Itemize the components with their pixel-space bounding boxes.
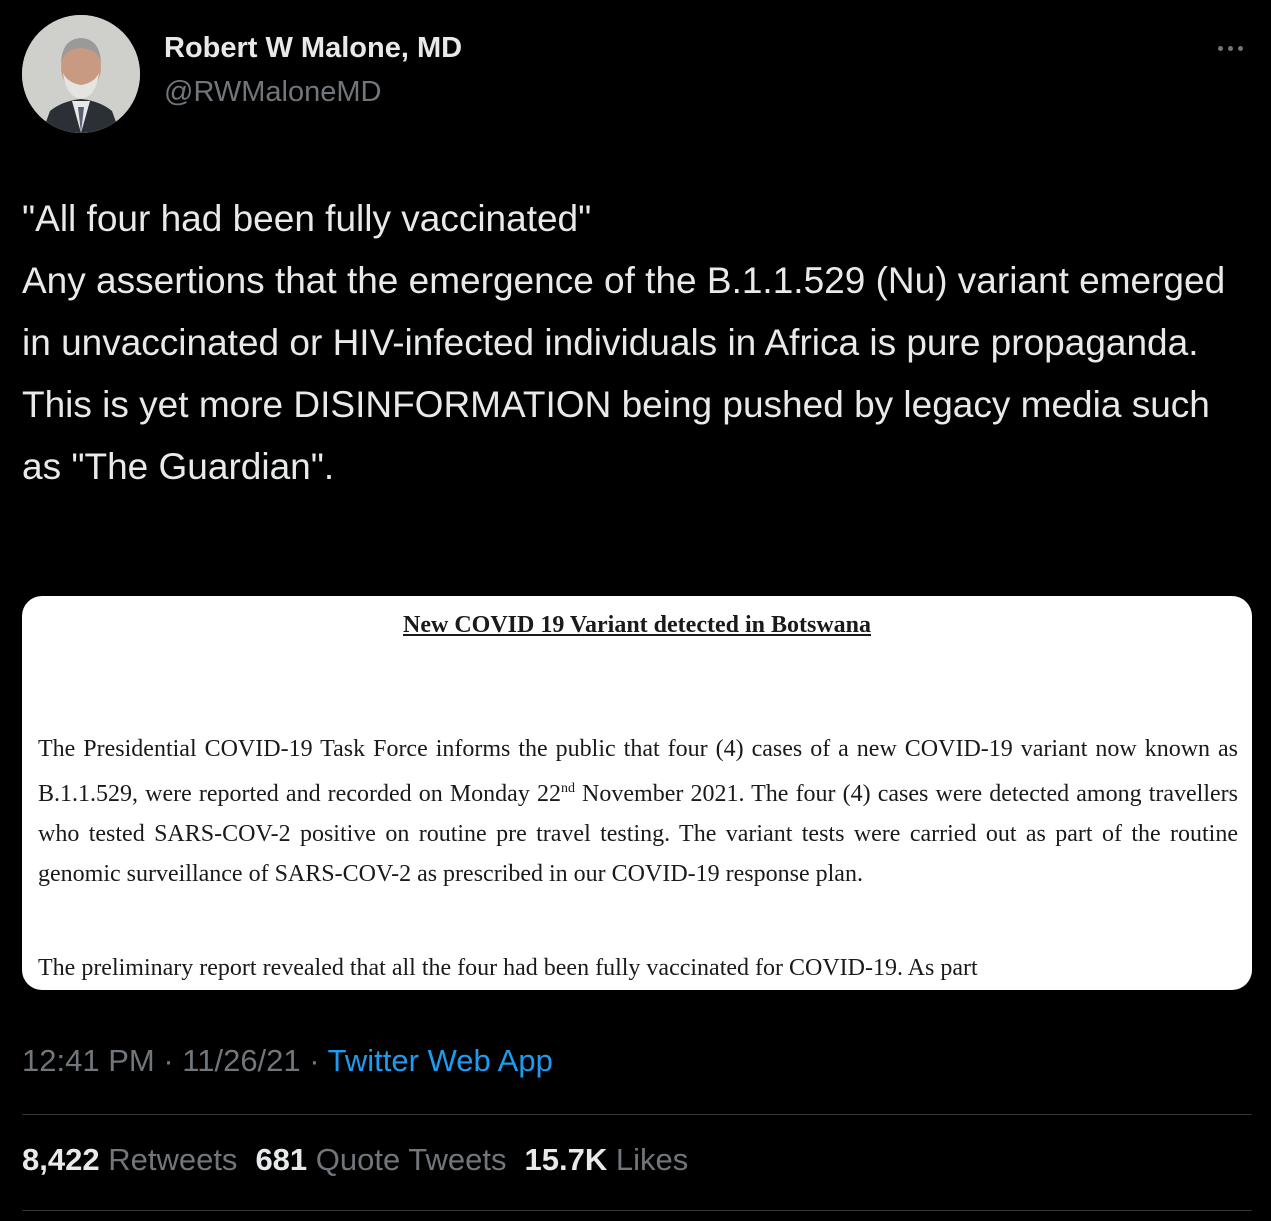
more-dot — [1217, 45, 1223, 51]
engagement-stats: 8,422 Retweets 681 Quote Tweets 15.7K Li… — [22, 1142, 688, 1178]
divider — [22, 1210, 1252, 1211]
date-ordinal-suffix: nd — [560, 781, 575, 796]
meta-separator: · — [309, 1043, 320, 1078]
retweets-count: 8,422 — [22, 1142, 100, 1177]
tweet-metadata: 12:41 PM · 11/26/21 · Twitter Web App — [22, 1043, 553, 1079]
document-paragraph: The Presidential COVID-19 Task Force inf… — [38, 729, 1238, 894]
quote-tweets-stat[interactable]: 681 Quote Tweets — [255, 1142, 506, 1178]
quote-tweets-label: Quote Tweets — [315, 1142, 507, 1177]
retweets-stat[interactable]: 8,422 Retweets — [22, 1142, 237, 1178]
author-name[interactable]: Robert W Malone, MD — [164, 32, 462, 65]
meta-separator: · — [163, 1043, 174, 1078]
divider — [22, 1114, 1252, 1115]
tweet-media-image[interactable]: New COVID 19 Variant detected in Botswan… — [22, 596, 1252, 990]
author-handle[interactable]: @RWMaloneMD — [164, 76, 381, 109]
document-title: New COVID 19 Variant detected in Botswan… — [403, 612, 871, 638]
more-horizontal-icon[interactable] — [1210, 38, 1250, 58]
more-dot — [1237, 45, 1243, 51]
tweet-date[interactable]: 11/26/21 — [182, 1043, 300, 1078]
retweets-label: Retweets — [108, 1142, 238, 1177]
source-app-link[interactable]: Twitter Web App — [328, 1043, 553, 1078]
more-dot — [1227, 45, 1233, 51]
avatar[interactable] — [22, 15, 140, 133]
likes-stat[interactable]: 15.7K Likes — [525, 1142, 689, 1178]
likes-count: 15.7K — [524, 1142, 608, 1177]
document-paragraph-2: The preliminary report revealed that all… — [38, 955, 978, 981]
profile-photo — [22, 15, 140, 133]
quote-tweets-count: 681 — [255, 1142, 308, 1177]
tweet-time[interactable]: 12:41 PM — [22, 1043, 155, 1078]
likes-label: Likes — [615, 1142, 689, 1177]
tweet-text: "All four had been fully vaccinated" Any… — [22, 198, 1226, 487]
